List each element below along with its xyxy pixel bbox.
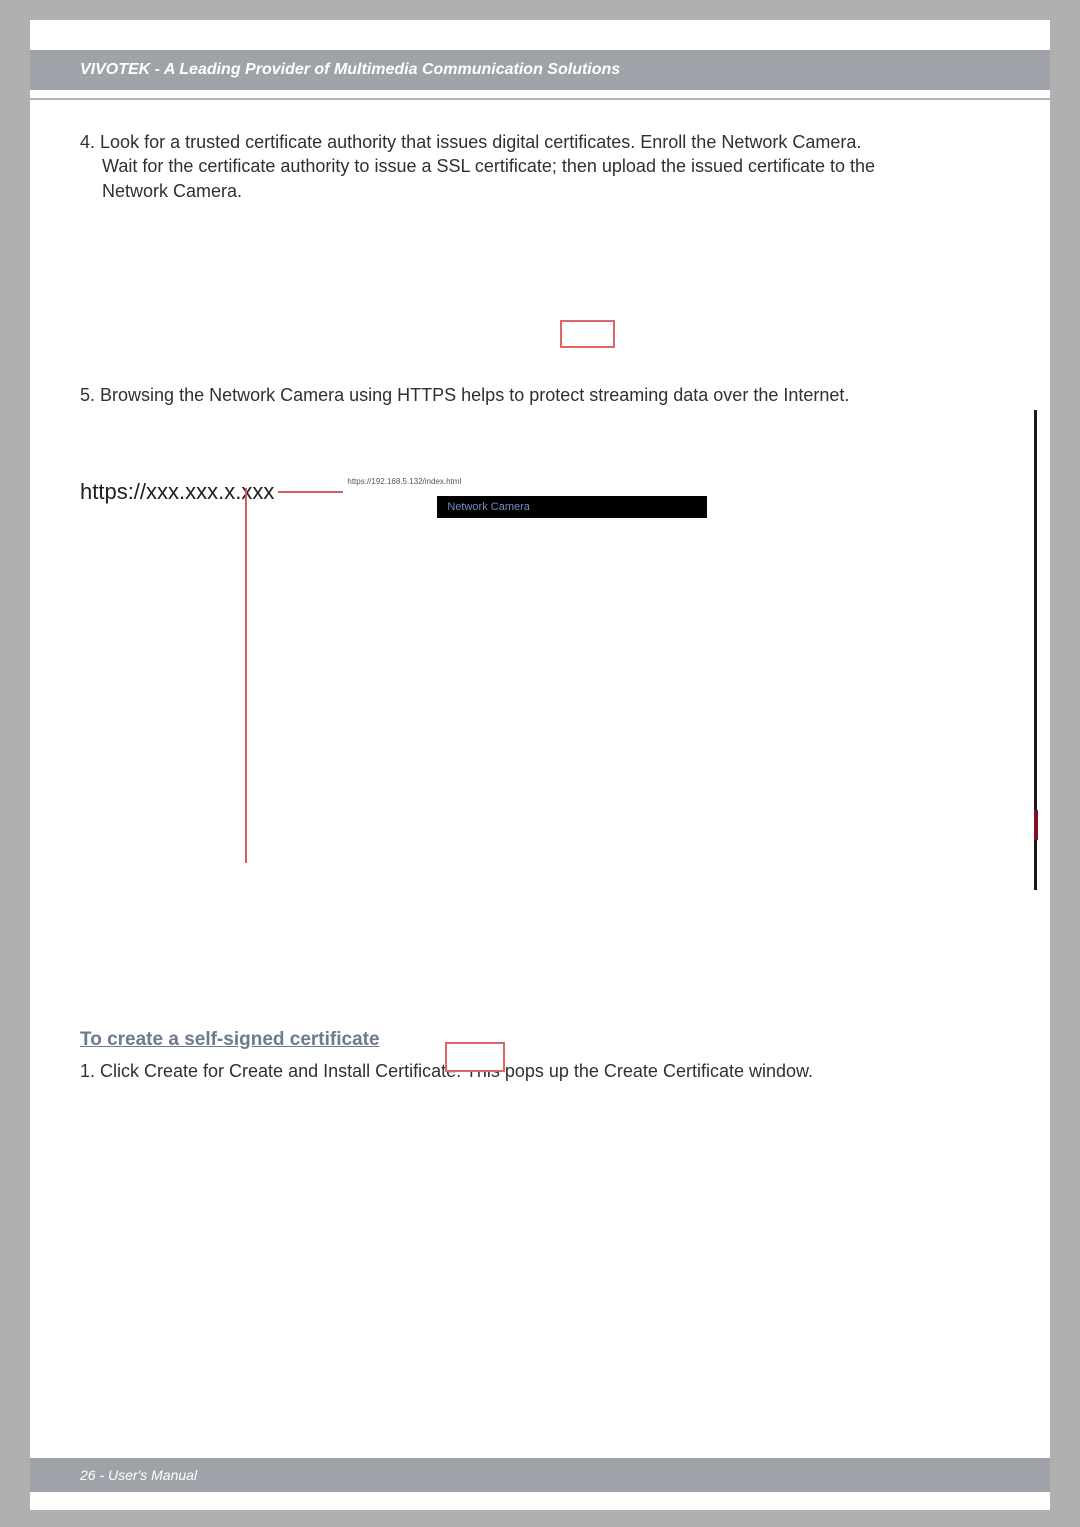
- header-divider: [30, 98, 1050, 100]
- step-5-text: Browsing the Network Camera using HTTPS …: [100, 385, 849, 405]
- step-5: 5. Browsing the Network Camera using HTT…: [80, 383, 1000, 407]
- page-footer: 26 - User's Manual: [30, 1458, 1050, 1492]
- section-heading-self-signed: To create a self-signed certificate: [80, 1027, 1000, 1053]
- step-4-line3: Network Camera.: [80, 179, 1000, 203]
- page-header: VIVOTEK - A Leading Provider of Multimed…: [30, 50, 1050, 90]
- step-4-line2: Wait for the certificate authority to is…: [80, 154, 1000, 178]
- header-title: VIVOTEK - A Leading Provider of Multimed…: [80, 61, 620, 79]
- footer-page-number: 26 - User's Manual: [80, 1467, 197, 1483]
- url-callout-row: https://xxx.xxx.x.xxx https://192.168.5.…: [80, 477, 1000, 507]
- browser-tab: Network Camera: [437, 496, 707, 518]
- right-edge-bar-crimson: [1034, 810, 1038, 840]
- manual-page: VIVOTEK - A Leading Provider of Multimed…: [30, 20, 1050, 1510]
- address-bar-url: https://192.168.5.132/index.html: [347, 477, 461, 488]
- step-1-text: 1. Click Create for Create and Install C…: [80, 1059, 1000, 1083]
- step-4: 4. Look for a trusted certificate author…: [80, 130, 1000, 203]
- highlight-box-create: [445, 1042, 505, 1072]
- step-4-number: 4.: [80, 132, 95, 152]
- step-5-number: 5.: [80, 385, 95, 405]
- callout-vertical-line: [245, 488, 247, 863]
- page-content: 4. Look for a trusted certificate author…: [80, 130, 1000, 1083]
- highlight-box-upload: [560, 320, 615, 348]
- browser-fragment: https://192.168.5.132/index.html Network…: [347, 477, 461, 496]
- browser-tab-title: Network Camera: [447, 500, 530, 515]
- step-4-line1: Look for a trusted certificate authority…: [100, 132, 861, 152]
- callout-line: [278, 491, 343, 493]
